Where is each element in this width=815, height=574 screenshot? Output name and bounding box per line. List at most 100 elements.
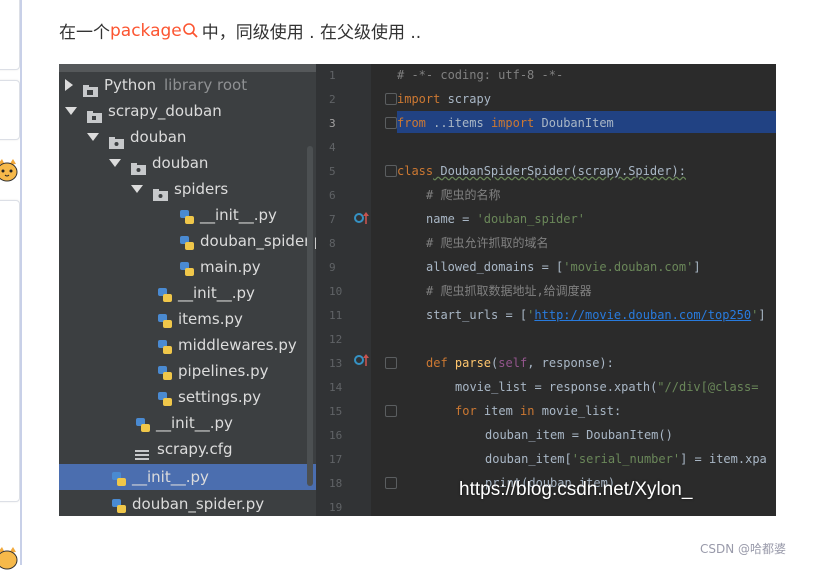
- tree-node-label: items.py: [178, 310, 243, 328]
- fold-marker-icon[interactable]: [385, 93, 397, 105]
- start-url-link[interactable]: http://movie.douban.com/top250: [534, 308, 751, 322]
- code-line: allowed_domains = ['movie.douban.com']: [426, 260, 701, 274]
- package-folder-icon: [109, 131, 124, 149]
- line-number: 2: [329, 93, 336, 106]
- fold-marker-icon[interactable]: [385, 357, 397, 369]
- collapse-arrow-icon[interactable]: [87, 133, 99, 141]
- code-line: from ..items import DoubanItem: [397, 116, 614, 130]
- watermark-url: https://blog.csdn.net/Xylon_: [459, 479, 693, 500]
- python-file-icon: [157, 389, 173, 406]
- sidebar-card[interactable]: [0, 0, 20, 70]
- tree-node-file[interactable]: __init__.py: [157, 280, 310, 306]
- tree-node-file[interactable]: main.py: [179, 254, 310, 280]
- sidebar-card[interactable]: [0, 200, 20, 502]
- package-folder-icon: [131, 157, 146, 175]
- python-file-icon: [157, 337, 173, 354]
- csdn-credit: CSDN @哈都婆: [700, 542, 787, 556]
- tree-node-python-root[interactable]: Python library root: [65, 72, 310, 98]
- sidebar-divider: [20, 0, 22, 565]
- tree-node-file[interactable]: middlewares.py: [157, 332, 310, 358]
- python-file-icon: [111, 469, 127, 486]
- collapse-arrow-icon[interactable]: [109, 159, 121, 167]
- fold-marker-icon[interactable]: [385, 117, 397, 129]
- tree-node-file[interactable]: douban_spider.py: [179, 228, 316, 254]
- tree-node-label: douban: [130, 128, 187, 146]
- tree-node-label: douban_spider.py: [200, 232, 316, 250]
- tree-node-file[interactable]: douban_spider.py: [111, 491, 310, 516]
- tree-scrollbar[interactable]: [307, 146, 313, 486]
- python-file-icon: [111, 496, 127, 513]
- tree-node-file[interactable]: items.py: [157, 306, 310, 332]
- collapse-arrow-icon[interactable]: [65, 107, 77, 115]
- code-editor[interactable]: # -*- coding: utf-8 -*- import scrapy fr…: [397, 64, 776, 516]
- tree-header-strip: [59, 64, 316, 72]
- intro-paragraph: 在一个 package 中，同级使用 . 在父级使用 ..: [59, 18, 422, 44]
- line-number: 4: [329, 141, 336, 154]
- tree-node-label: __init__.py: [178, 284, 255, 302]
- line-number: 10: [329, 285, 343, 298]
- tree-node-file[interactable]: settings.py: [157, 384, 310, 410]
- code-line: start_urls = ['http://movie.douban.com/t…: [426, 308, 766, 322]
- code-line: # -*- coding: utf-8 -*-: [397, 68, 564, 82]
- fold-marker-icon[interactable]: [385, 165, 397, 177]
- line-number: 5: [329, 165, 336, 178]
- line-number: 6: [329, 189, 336, 202]
- tree-node-file-selected[interactable]: __init__.py: [59, 464, 316, 490]
- tree-node-douban-package[interactable]: douban: [87, 124, 310, 150]
- line-number: 19: [329, 501, 343, 514]
- line-number: 18: [329, 477, 343, 490]
- line-number: 16: [329, 429, 343, 442]
- tree-node-file[interactable]: pipelines.py: [157, 358, 310, 384]
- line-number: 15: [329, 405, 343, 418]
- code-line: import scrapy: [397, 92, 491, 106]
- code-line: for item in movie_list:: [455, 404, 622, 418]
- tree-node-file[interactable]: __init__.py: [135, 410, 310, 436]
- tree-node-scrapy-douban[interactable]: scrapy_douban: [65, 98, 310, 124]
- tree-node-label: douban_spider.py: [132, 495, 265, 513]
- tree-node-label: Python: [104, 76, 156, 94]
- cat-mascot-icon: [0, 546, 18, 570]
- tree-node-label: middlewares.py: [178, 336, 297, 354]
- sidebar-card[interactable]: [0, 80, 20, 140]
- override-method-icon[interactable]: [354, 210, 370, 229]
- line-number: 9: [329, 261, 336, 274]
- override-method-icon[interactable]: [354, 352, 370, 371]
- package-folder-icon: [153, 183, 168, 201]
- package-keyword-link[interactable]: package: [110, 21, 182, 41]
- tree-node-label: pipelines.py: [178, 362, 269, 380]
- python-file-icon: [157, 285, 173, 302]
- tree-node-file[interactable]: scrapy.cfg: [135, 436, 310, 462]
- search-icon[interactable]: [182, 22, 200, 40]
- config-file-icon: [135, 443, 149, 460]
- fold-marker-icon[interactable]: [385, 405, 397, 417]
- python-file-icon: [179, 259, 195, 276]
- tree-node-spiders[interactable]: spiders: [131, 176, 310, 202]
- code-line: name = 'douban_spider': [426, 212, 585, 226]
- code-line: # 爬虫抓取数据地址,给调度器: [426, 284, 592, 298]
- code-line: douban_item['serial_number'] = item.xpa: [485, 452, 767, 466]
- code-line: class DoubanSpiderSpider(scrapy.Spider):: [397, 164, 686, 178]
- python-file-icon: [157, 311, 173, 328]
- tree-node-label: main.py: [200, 258, 261, 276]
- code-line: # 爬虫的名称: [426, 188, 501, 202]
- tree-node-suffix: library root: [164, 76, 248, 94]
- tree-node-label: scrapy_douban: [108, 102, 222, 120]
- project-tree: Python library root scrapy_douban douban…: [59, 64, 316, 516]
- tree-node-label: __init__.py: [132, 468, 209, 486]
- tree-node-label: scrapy.cfg: [157, 440, 233, 458]
- python-file-icon: [179, 233, 195, 250]
- tree-node-label: __init__.py: [200, 206, 277, 224]
- line-number: 1: [329, 69, 336, 82]
- tree-node-file[interactable]: __init__.py: [179, 202, 310, 228]
- python-file-icon: [157, 363, 173, 380]
- line-number: 11: [329, 309, 343, 322]
- intro-text-after: 中，同级使用 . 在父级使用 ..: [201, 23, 422, 43]
- expand-arrow-icon[interactable]: [65, 79, 73, 91]
- fold-marker-icon[interactable]: [385, 477, 397, 489]
- line-number: 3: [329, 117, 336, 130]
- code-line: def parse(self, response):: [426, 356, 614, 370]
- python-file-icon: [135, 415, 151, 432]
- collapse-arrow-icon[interactable]: [131, 185, 143, 193]
- tree-node-douban-subpackage[interactable]: douban: [109, 150, 310, 176]
- tree-node-label: spiders: [174, 180, 229, 198]
